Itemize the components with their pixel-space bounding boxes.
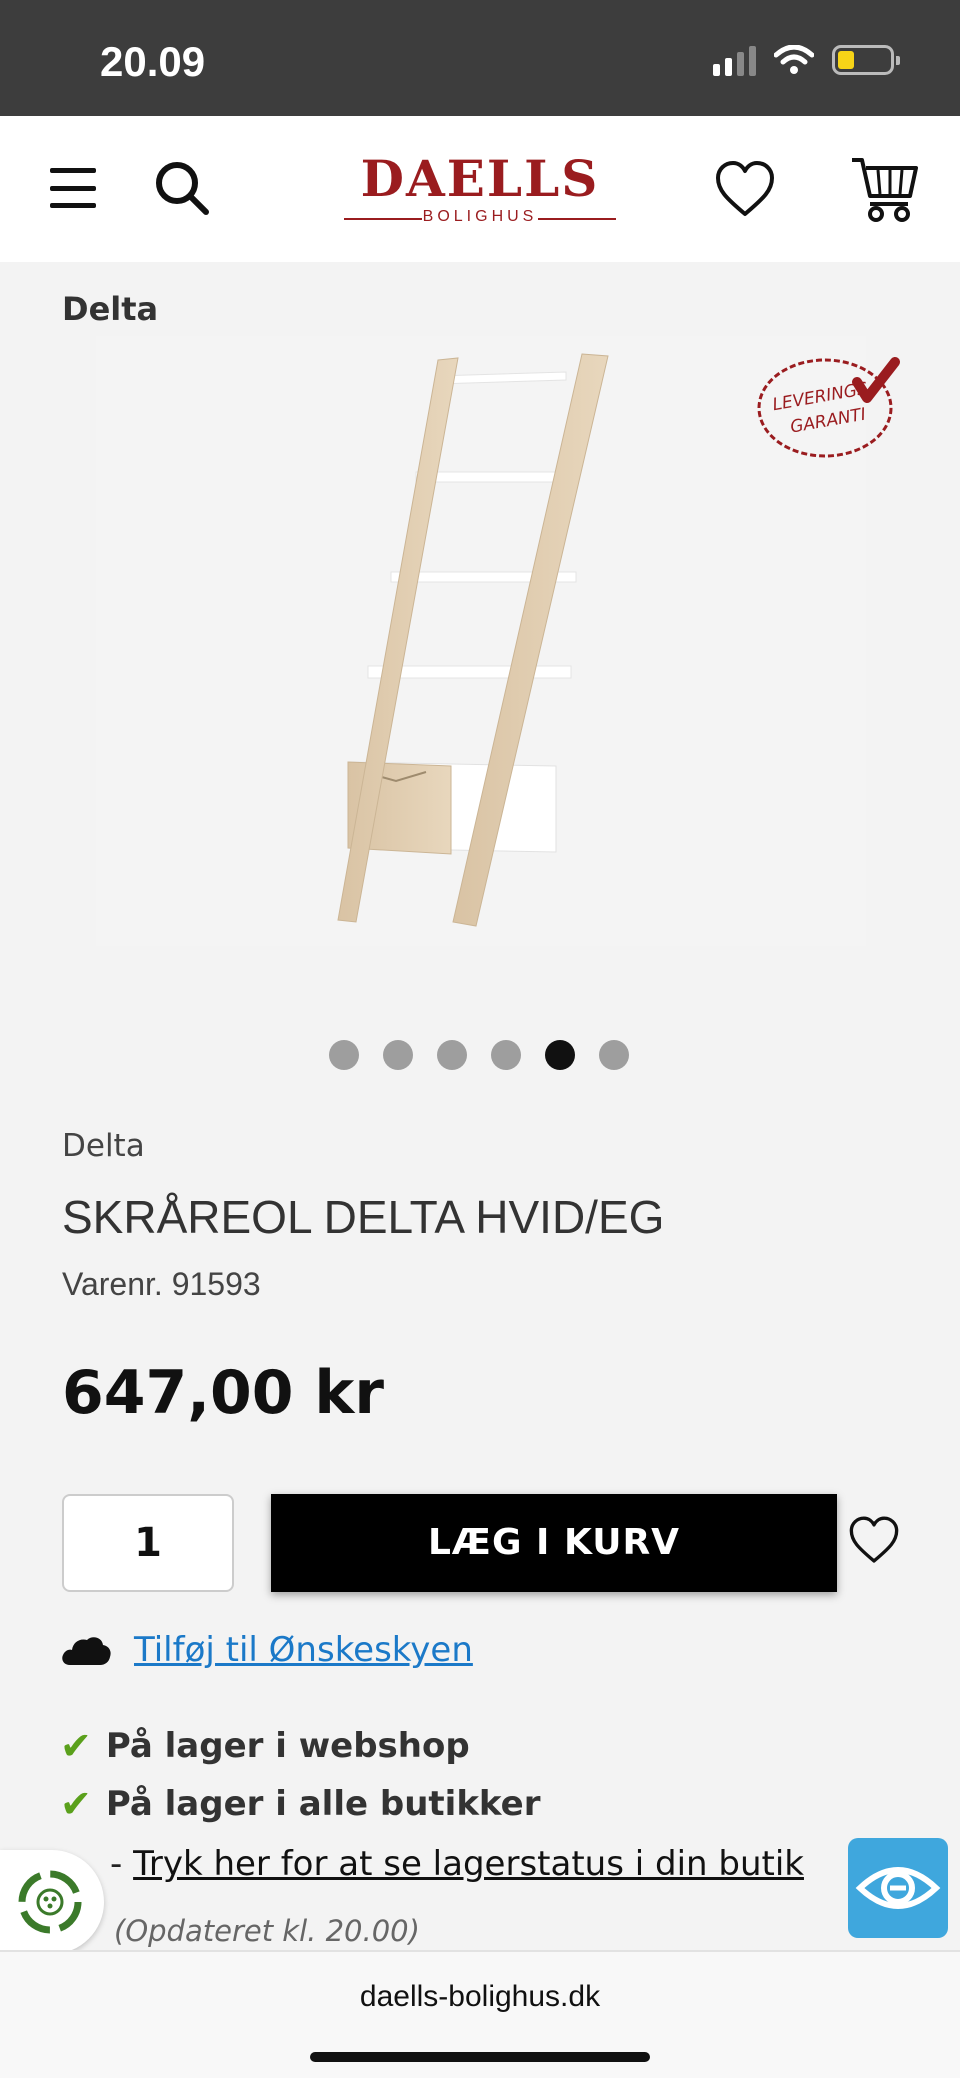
product-sku: Varenr. 91593: [62, 1266, 261, 1302]
browser-url-bar: daells-bolighus.dk: [0, 1950, 960, 2078]
breadcrumb[interactable]: Delta: [62, 290, 158, 328]
site-header: DAELLS BOLIGHUS: [0, 116, 960, 262]
eye-icon: [855, 1867, 941, 1909]
product-brand[interactable]: Delta: [62, 1128, 145, 1164]
quantity-input[interactable]: 1: [62, 1494, 234, 1592]
recycle-icon: [18, 1870, 82, 1934]
check-icon: ✔: [60, 1724, 92, 1768]
carousel-dot[interactable]: [437, 1040, 467, 1070]
store-status-row: - Tryk her for at se lagerstatus i din b…: [110, 1844, 804, 1884]
carousel-dot[interactable]: [329, 1040, 359, 1070]
stock-webshop: ✔ På lager i webshop: [60, 1724, 470, 1768]
carousel-dot[interactable]: [491, 1040, 521, 1070]
stock-stores-label: På lager i alle butikker: [105, 1784, 541, 1824]
wishlist-cloud-row: Tilføj til Ønskeskyen: [60, 1630, 473, 1670]
carousel-dot[interactable]: [383, 1040, 413, 1070]
check-icon: ✔: [60, 1782, 92, 1826]
heart-icon[interactable]: [714, 160, 776, 218]
stock-webshop-label: På lager i webshop: [105, 1726, 470, 1766]
accessibility-button[interactable]: [848, 1838, 948, 1938]
carousel-dots: [329, 1040, 629, 1070]
cart-icon[interactable]: [850, 156, 920, 222]
status-time: 20.09: [100, 38, 206, 85]
eco-badge[interactable]: [0, 1850, 104, 1954]
add-to-wishcloud-link[interactable]: Tilføj til Ønskeskyen: [134, 1630, 473, 1670]
add-to-cart-button[interactable]: LÆG I KURV: [271, 1494, 837, 1592]
wishlist-heart-icon[interactable]: [848, 1515, 900, 1565]
status-bar: 20.09: [0, 0, 960, 116]
url-text[interactable]: daells-bolighus.dk: [0, 1980, 960, 2014]
search-icon[interactable]: [152, 158, 212, 218]
dash: -: [110, 1844, 123, 1884]
product-price: 647,00 kr: [62, 1358, 384, 1428]
delivery-guarantee-badge: LEVERINGS GARANTI: [757, 357, 900, 458]
wifi-icon: [774, 45, 814, 74]
home-indicator[interactable]: [310, 2052, 650, 2062]
logo-sub: BOLIGHUS: [340, 208, 620, 226]
menu-icon[interactable]: [50, 168, 96, 208]
stock-stores: ✔ På lager i alle butikker: [60, 1782, 540, 1826]
store-status-link[interactable]: Tryk her for at se lagerstatus i din but…: [133, 1844, 804, 1884]
product-title: SKRÅREOL DELTA HVID/EG: [62, 1191, 665, 1243]
status-icons: [713, 44, 900, 76]
carousel-dot[interactable]: [599, 1040, 629, 1070]
carousel-dot-active[interactable]: [545, 1040, 575, 1070]
signal-icon: [713, 44, 756, 76]
battery-icon: [832, 45, 900, 75]
cloud-icon: [62, 1637, 111, 1665]
stock-updated: (Opdateret kl. 20.00): [114, 1914, 420, 1948]
logo-main: DAELLS: [360, 149, 600, 208]
logo[interactable]: DAELLS BOLIGHUS: [340, 154, 620, 234]
